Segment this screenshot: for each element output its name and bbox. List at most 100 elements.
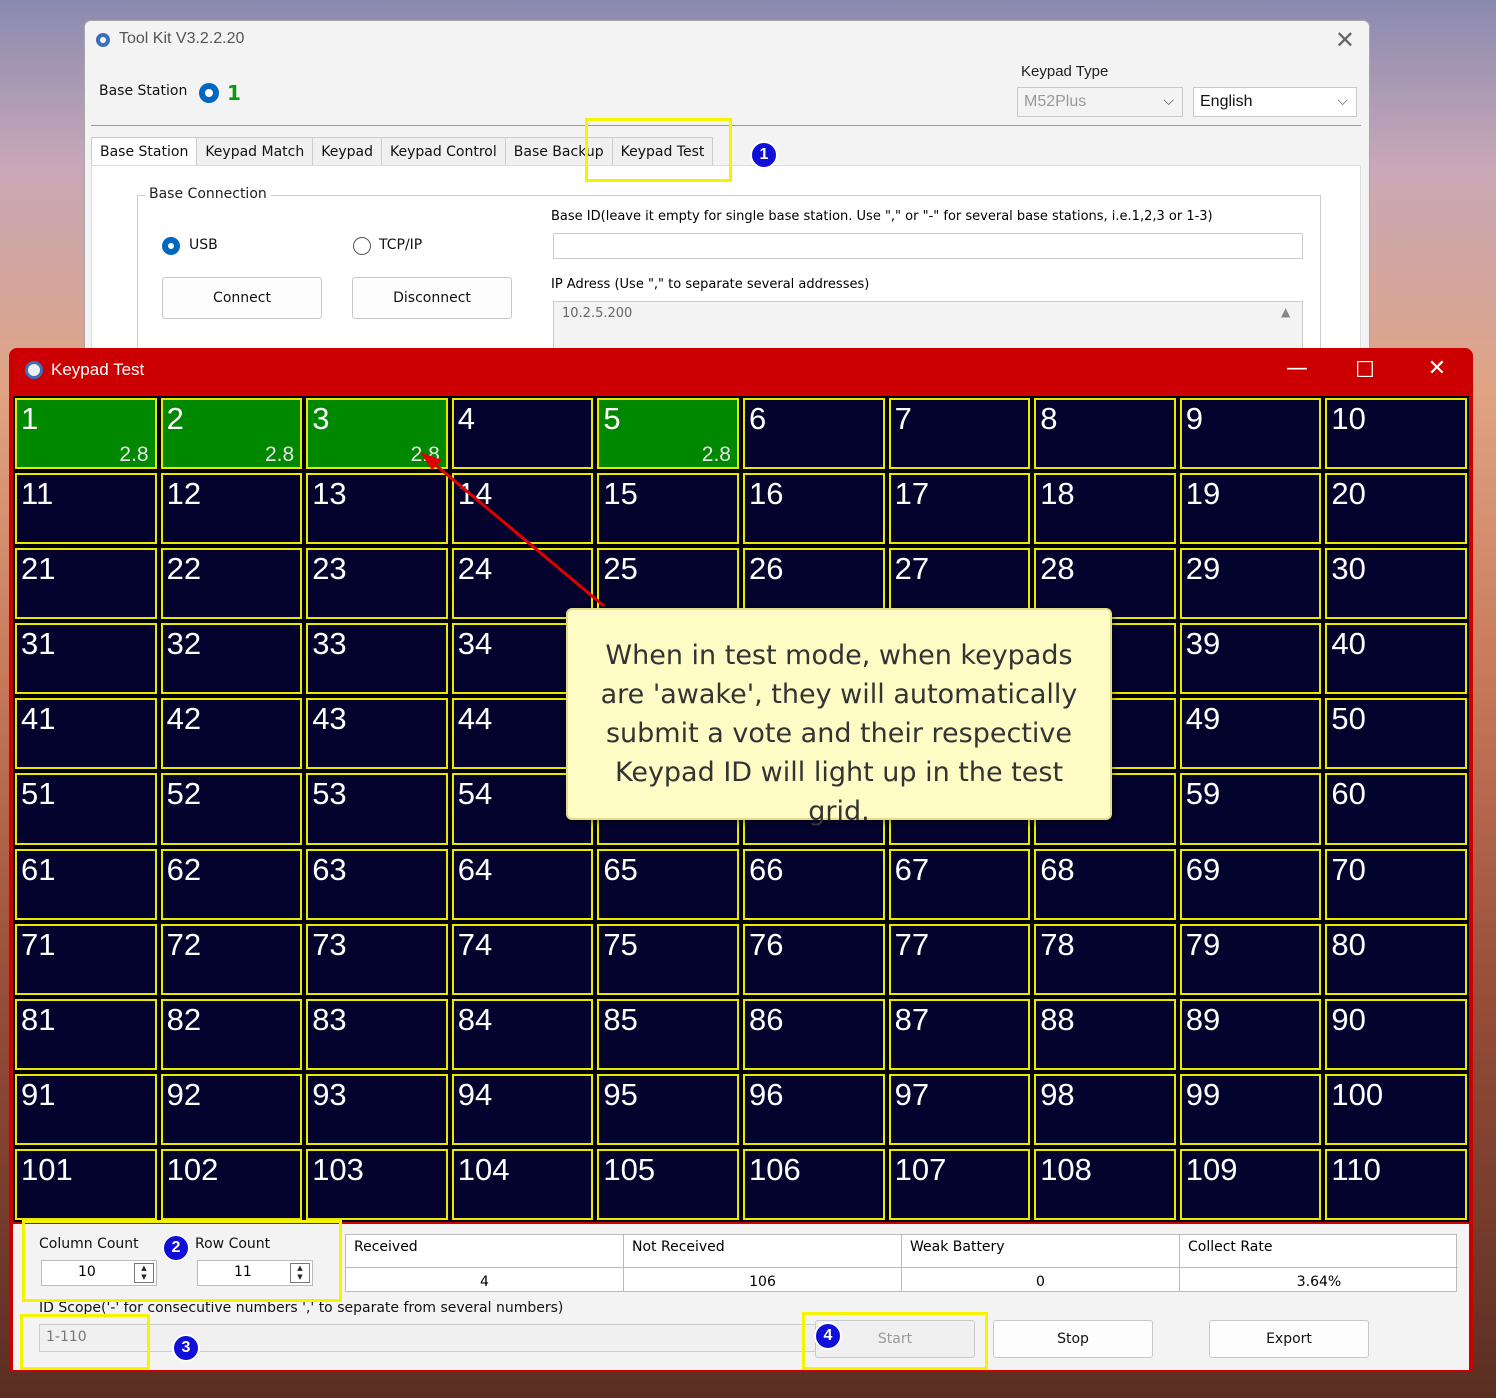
keypad-cell-id: 4: [457, 401, 476, 436]
keypad-cell: 43: [306, 698, 448, 770]
keypad-cell-id: 40: [1331, 626, 1366, 662]
usb-radio[interactable]: [162, 237, 180, 255]
keypad-cell-id: 51: [21, 776, 56, 812]
keypad-cell-id: 83: [312, 1001, 347, 1037]
keypad-cell-id: 54: [457, 776, 493, 812]
keypad-cell-id: 16: [749, 476, 784, 512]
keypad-cell-id: 101: [21, 1151, 73, 1187]
keypad-cell: 94: [451, 1073, 594, 1145]
keypad-cell-id: 70: [1331, 851, 1366, 887]
keypad-cell: 76: [743, 923, 885, 995]
keypad-cell: 14: [451, 473, 594, 545]
base-id-label: Base ID(leave it empty for single base s…: [551, 209, 1213, 224]
keypad-cell-id: 21: [21, 551, 56, 587]
keypad-cell-id: 96: [749, 1076, 784, 1112]
connect-button[interactable]: Connect: [162, 277, 322, 319]
keypad-cell-id: 59: [1185, 776, 1221, 812]
keypad-cell: 101: [15, 1148, 157, 1220]
tab-base-station[interactable]: Base Station: [91, 137, 198, 165]
keypad-cell-id: 10: [1331, 401, 1366, 436]
keypad-type-select[interactable]: M52Plus ⌵: [1017, 87, 1183, 117]
export-button[interactable]: Export: [1209, 1320, 1369, 1358]
step-badge-4: 4: [814, 1322, 842, 1350]
keypad-cell: 10: [1325, 398, 1467, 470]
app-icon: [25, 361, 43, 379]
keypad-cell-id: 64: [457, 851, 493, 887]
keypad-cell-id: 18: [1040, 476, 1075, 512]
keypad-type-label: Keypad Type: [1021, 63, 1109, 80]
stat-value: 0: [902, 1267, 1179, 1293]
keypad-cell: 72: [160, 923, 303, 995]
keypad-cell: 83: [306, 998, 448, 1070]
keypad-cell-id: 109: [1185, 1151, 1238, 1187]
minimize-icon[interactable]: —: [1277, 356, 1317, 381]
keypad-cell: 21: [15, 548, 157, 620]
keypad-cell-value: 2.8: [701, 443, 731, 467]
keypad-cell-id: 23: [312, 551, 347, 587]
stat-value: 106: [624, 1267, 901, 1293]
keypad-cell: 97: [888, 1073, 1031, 1145]
keypad-cell-id: 107: [894, 1151, 947, 1187]
stat-weak-battery: Weak Battery 0: [902, 1235, 1180, 1291]
disconnect-button[interactable]: Disconnect: [352, 277, 512, 319]
highlight-id-scope: [20, 1314, 150, 1370]
keypad-cell: 33: [306, 623, 448, 695]
keypad-cell-id: 44: [457, 701, 493, 737]
step-badge-1: 1: [750, 141, 778, 169]
stat-value: 4: [346, 1267, 623, 1293]
base-station-radio[interactable]: [199, 83, 219, 103]
keypad-cell: 77: [888, 923, 1031, 995]
keypad-cell: 104: [451, 1148, 594, 1220]
keypad-cell: 69: [1179, 848, 1322, 920]
keypad-cell-value: 2.8: [119, 443, 149, 467]
keypad-cell: 5 2.8: [597, 398, 739, 470]
scroll-up-icon[interactable]: ▲: [1281, 305, 1290, 319]
close-icon[interactable]: ✕: [1335, 26, 1355, 54]
keypad-cell: 51: [15, 773, 157, 845]
close-icon[interactable]: ✕: [1417, 356, 1457, 381]
keypad-cell-id: 99: [1185, 1076, 1221, 1112]
base-station-label: Base Station: [99, 83, 188, 99]
keypad-cell-id: 75: [603, 926, 638, 962]
keypad-cell: 100: [1325, 1073, 1467, 1145]
stop-button[interactable]: Stop: [993, 1320, 1153, 1358]
keypad-cell: 71: [15, 923, 157, 995]
keypad-cell: 6: [743, 398, 885, 470]
tcp-ip-radio[interactable]: [353, 237, 371, 255]
keypad-cell-id: 43: [312, 701, 347, 737]
keypad-cell-id: 65: [603, 851, 638, 887]
keypad-cell: 98: [1034, 1073, 1176, 1145]
base-connection-legend: Base Connection: [145, 186, 271, 202]
window-title: Tool Kit V3.2.2.20: [119, 30, 245, 47]
keypad-cell: 15: [597, 473, 739, 545]
keypad-cell: 22: [160, 548, 303, 620]
keypad-type-value: M52Plus: [1024, 93, 1087, 110]
keypad-cell-id: 89: [1185, 1001, 1221, 1037]
keypad-cell-id: 106: [749, 1151, 801, 1187]
keypad-cell: 105: [597, 1148, 739, 1220]
id-scope-input[interactable]: 1-110: [39, 1324, 819, 1352]
keypad-cell-id: 50: [1331, 701, 1366, 737]
keypad-cell: 99: [1179, 1073, 1322, 1145]
toolkit-window: Tool Kit V3.2.2.20 ✕ Base Station 1 Keyp…: [84, 20, 1370, 360]
keypad-cell: 75: [597, 923, 739, 995]
maximize-icon[interactable]: ☐: [1345, 358, 1385, 383]
keypad-cell: 31: [15, 623, 157, 695]
keypad-cell: 11: [15, 473, 157, 545]
keypad-cell-id: 24: [457, 551, 493, 587]
keypad-cell: 85: [597, 998, 739, 1070]
keypad-cell-id: 1: [21, 401, 39, 436]
keypad-cell: 13: [306, 473, 448, 545]
keypad-cell-id: 76: [749, 926, 784, 962]
keypad-cell: 86: [743, 998, 885, 1070]
tab-keypad[interactable]: Keypad: [312, 137, 382, 165]
keypad-cell-id: 67: [894, 851, 930, 887]
tab-keypad-control[interactable]: Keypad Control: [380, 137, 506, 165]
base-id-input[interactable]: [553, 233, 1303, 259]
keypad-cell-id: 31: [21, 626, 56, 662]
language-select[interactable]: English ⌵: [1193, 87, 1357, 117]
keypad-cell-id: 34: [457, 626, 493, 662]
keypad-cell-id: 62: [166, 851, 202, 887]
tab-keypad-match[interactable]: Keypad Match: [196, 137, 314, 165]
keypad-cell-id: 77: [894, 926, 930, 962]
